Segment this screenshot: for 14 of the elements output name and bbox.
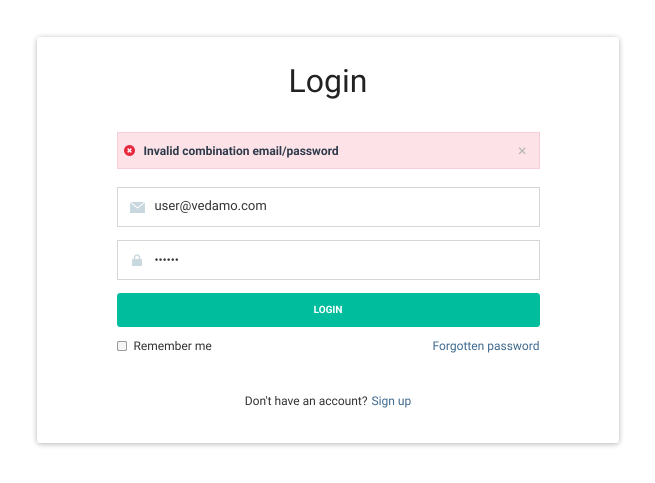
password-value: •••••• — [154, 252, 179, 269]
email-field[interactable]: user@vedamo.com — [116, 187, 540, 227]
remember-checkbox[interactable] — [116, 341, 126, 351]
page-title: Login — [288, 61, 368, 101]
password-field[interactable]: •••••• — [116, 240, 540, 280]
remember-label: Remember me — [134, 338, 212, 355]
error-message: Invalid combination email/password — [144, 142, 339, 160]
lock-icon — [132, 254, 142, 266]
email-value: user@vedamo.com — [154, 198, 267, 216]
error-icon — [124, 145, 134, 156]
signup-link[interactable]: Sign up — [372, 392, 412, 410]
forgot-password-link[interactable]: Forgotten password — [432, 337, 540, 355]
signup-prompt: Don't have an account? — [244, 393, 368, 410]
envelope-icon — [130, 202, 144, 212]
